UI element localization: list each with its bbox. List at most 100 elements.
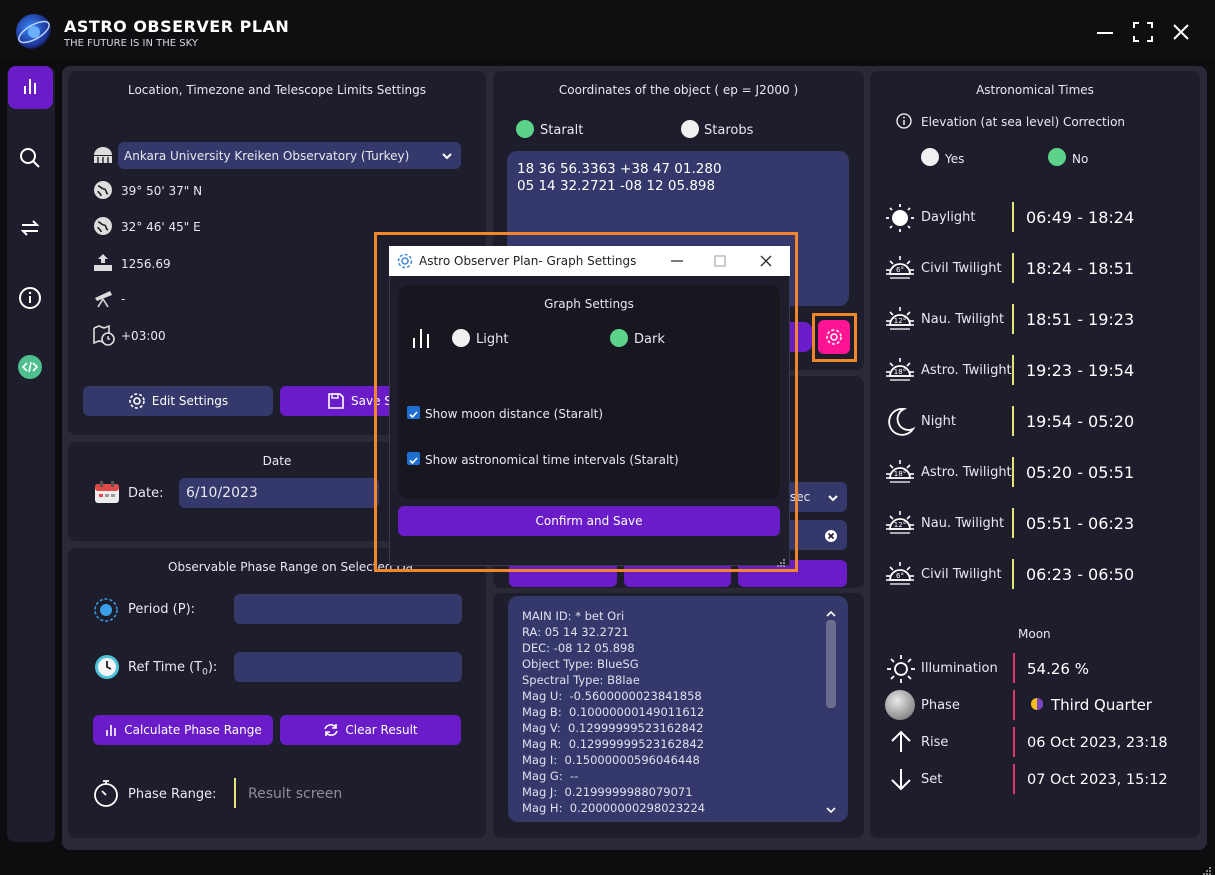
chevron-down-icon bbox=[826, 490, 840, 509]
sidebar bbox=[7, 66, 55, 842]
svg-text:6°: 6° bbox=[896, 266, 904, 274]
sunset-18-icon: 18° bbox=[884, 355, 916, 391]
info-line: Mag G: -- bbox=[522, 769, 579, 783]
info-line: Mag V: 0.12999999523162842 bbox=[522, 721, 704, 735]
calculate-phase-button[interactable]: Calculate Phase Range bbox=[93, 715, 273, 745]
info-line: Mag B: 0.10000000149011612 bbox=[522, 705, 705, 719]
svg-text:18°: 18° bbox=[894, 470, 906, 478]
chart-icon bbox=[24, 79, 36, 94]
refresh-icon bbox=[324, 724, 339, 736]
location-title: Location, Timezone and Telescope Limits … bbox=[127, 83, 426, 97]
astro-panel bbox=[870, 71, 1200, 838]
phase-label: Phase bbox=[921, 698, 960, 713]
info-line: Mag H: 0.20000000298023224 bbox=[522, 801, 706, 815]
elevation-no-label: No bbox=[1072, 152, 1089, 166]
chevron-down-icon bbox=[440, 148, 454, 167]
observatory-value: Ankara University Kreiken Observatory (T… bbox=[124, 149, 410, 163]
info-nav-icon[interactable] bbox=[18, 286, 42, 314]
date-label: Date: bbox=[128, 486, 164, 501]
illumination-label: Illumination bbox=[921, 661, 998, 676]
observatory-select[interactable]: Ankara University Kreiken Observatory (T… bbox=[118, 142, 461, 169]
time-row-divider bbox=[1012, 202, 1014, 232]
clear-result-button[interactable]: Clear Result bbox=[280, 715, 461, 745]
object-info-box[interactable]: MAIN ID: * bet Ori RA: 05 14 32.2721 DEC: … bbox=[508, 596, 848, 822]
time-row-value: 05:20 - 05:51 bbox=[1026, 463, 1135, 482]
save-icon bbox=[328, 393, 344, 409]
starobs-radio[interactable] bbox=[681, 120, 699, 138]
info-line: DEC: -08 12 05.898 bbox=[522, 641, 635, 655]
info-line: Mag J: 0.2199999988079071 bbox=[522, 785, 693, 799]
app-subtitle: THE FUTURE IS IN THE SKY bbox=[64, 38, 198, 49]
time-row-value: 05:51 - 06:23 bbox=[1026, 514, 1135, 533]
close-icon[interactable] bbox=[1169, 20, 1193, 44]
svg-text:18°: 18° bbox=[894, 368, 906, 376]
edit-settings-button[interactable]: Edit Settings bbox=[83, 386, 273, 416]
sunset-12-icon: 12° bbox=[884, 304, 916, 340]
sunset-18-icon: 18° bbox=[884, 457, 916, 493]
info-line: Mag R: 0.12999999523162842 bbox=[522, 737, 705, 751]
third-quarter-icon bbox=[1030, 696, 1044, 715]
time-row-label: Night bbox=[921, 414, 956, 429]
gear-icon bbox=[129, 393, 145, 409]
time-row-value: 06:49 - 18:24 bbox=[1026, 208, 1135, 227]
elevation-yes-radio[interactable] bbox=[921, 148, 939, 166]
maximize-icon[interactable] bbox=[1131, 20, 1155, 44]
globe-icon bbox=[93, 180, 113, 204]
search-nav-icon[interactable] bbox=[18, 146, 42, 174]
set-label: Set bbox=[921, 772, 943, 787]
moon-photo-icon bbox=[885, 690, 915, 720]
elevation-no-radio[interactable] bbox=[1048, 148, 1066, 166]
code-nav-icon[interactable] bbox=[18, 355, 42, 383]
chart-nav-button[interactable] bbox=[8, 66, 53, 109]
latitude-value: 39° 50' 37" N bbox=[121, 184, 203, 198]
time-row-label: Civil Twilight bbox=[921, 261, 1002, 276]
scrollbar-thumb[interactable] bbox=[826, 620, 836, 708]
time-row-divider bbox=[1012, 355, 1014, 385]
period-input[interactable] bbox=[234, 594, 462, 624]
minimize-icon[interactable] bbox=[1093, 20, 1117, 44]
info-line: Mag U: -0.5600000023841858 bbox=[522, 689, 702, 703]
staralt-label: Staralt bbox=[540, 123, 584, 138]
svg-text:12°: 12° bbox=[894, 317, 906, 325]
sunset-6-icon: 6° bbox=[884, 253, 916, 289]
phase-range-label: Phase Range: bbox=[128, 787, 217, 802]
coords-text: 18 36 56.3363 +38 47 01.280 05 14 32.272… bbox=[517, 161, 722, 194]
globe-icon bbox=[93, 216, 113, 240]
set-divider bbox=[1013, 764, 1015, 794]
convert-nav-icon[interactable] bbox=[18, 216, 42, 244]
date-value: 6/10/2023 bbox=[186, 485, 258, 501]
date-input[interactable]: 6/10/2023 bbox=[179, 478, 379, 508]
scroll-down-icon[interactable] bbox=[825, 800, 837, 819]
phase-divider bbox=[1013, 690, 1015, 720]
coords-title: Coordinates of the object ( ep = J2000 ) bbox=[558, 83, 799, 97]
period-label: Period (P): bbox=[128, 602, 196, 617]
telescope-icon bbox=[93, 288, 115, 312]
sunset-6-icon: 6° bbox=[884, 559, 916, 595]
time-row-value: 18:24 - 18:51 bbox=[1026, 259, 1135, 278]
info-line: Mag I: 0.15000000596046448 bbox=[522, 753, 700, 767]
time-row-value: 06:23 - 06:50 bbox=[1026, 565, 1135, 584]
staralt-radio[interactable] bbox=[516, 120, 534, 138]
set-value: 07 Oct 2023, 15:12 bbox=[1027, 772, 1168, 788]
time-row-label: Nau. Twilight bbox=[921, 312, 1005, 327]
illumination-value: 54.26 % bbox=[1027, 660, 1089, 678]
time-row-divider bbox=[1012, 559, 1014, 589]
ref-time-input[interactable] bbox=[234, 652, 462, 682]
starobs-label: Starobs bbox=[704, 123, 754, 138]
clear-icon[interactable] bbox=[824, 528, 838, 547]
result-placeholder: Result screen bbox=[248, 786, 343, 802]
window-resize-icon[interactable] bbox=[1202, 861, 1212, 875]
elevation-yes-label: Yes bbox=[945, 152, 965, 166]
illumination-icon bbox=[886, 654, 916, 688]
time-row-divider bbox=[1012, 457, 1014, 487]
arrow-down-icon bbox=[888, 766, 914, 796]
observatory-icon bbox=[92, 145, 114, 169]
stopwatch-icon bbox=[92, 778, 120, 812]
time-row-divider bbox=[1012, 304, 1014, 334]
result-divider bbox=[234, 778, 236, 808]
info-line: MAIN ID: * bet Ori bbox=[522, 609, 625, 623]
clear-result-label: Clear Result bbox=[345, 723, 418, 737]
calculate-phase-label: Calculate Phase Range bbox=[124, 723, 262, 737]
time-row-value: 19:23 - 19:54 bbox=[1026, 361, 1135, 380]
svg-text:12°: 12° bbox=[894, 521, 906, 529]
